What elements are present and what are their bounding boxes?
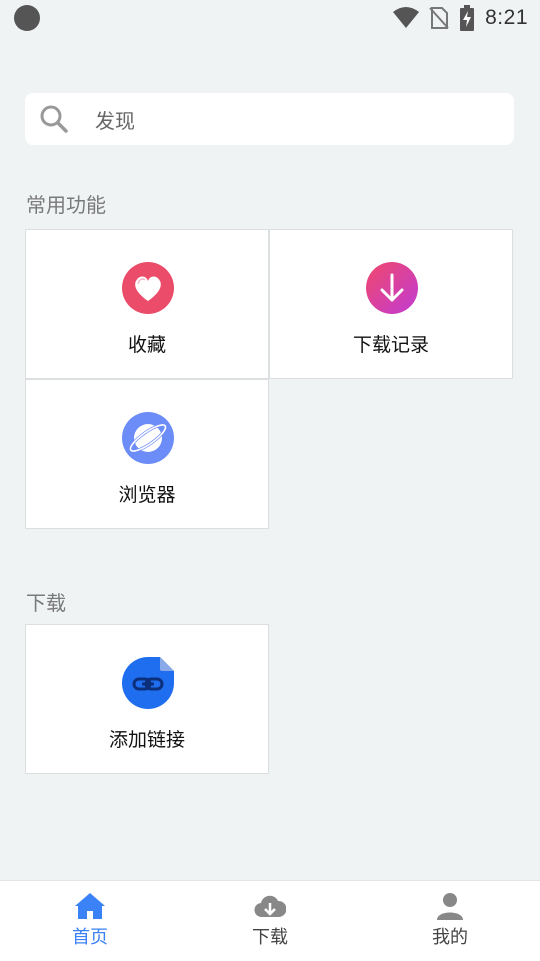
section-title-download: 下载 [26,591,66,615]
grid-item-label: 下载记录 [352,334,429,356]
tab-label: 我的 [432,927,468,948]
no-sim-icon [429,7,449,29]
search-placeholder: 发现 [95,108,135,133]
tab-label: 首页 [72,927,108,948]
wifi-icon [393,7,420,28]
grid-item-label: 收藏 [127,334,166,356]
status-bar: 8:21 [0,0,540,36]
status-time: 8:21 [485,6,528,29]
home-icon [75,893,105,919]
notification-dot-icon [14,5,40,31]
user-icon [437,893,463,920]
heart-icon [122,262,174,314]
bottom-tab-bar: 首页 下载 我的 [0,880,540,961]
grid-item-browser[interactable]: 浏览器 [25,379,269,529]
search-bar[interactable]: 发现 [25,93,514,145]
download-arrow-icon [366,262,418,314]
grid-item-label: 浏览器 [118,484,176,506]
tab-mine[interactable]: 我的 [360,881,540,961]
section-title-common: 常用功能 [26,193,106,217]
grid-item-favorites[interactable]: 收藏 [25,229,269,379]
battery-charging-icon [460,5,475,31]
status-icons: 8:21 [393,5,528,31]
tab-home[interactable]: 首页 [0,881,180,961]
link-file-icon [122,657,174,709]
tab-label: 下载 [252,927,288,948]
search-icon [40,105,68,133]
planet-icon [122,412,174,464]
grid-item-download-history[interactable]: 下载记录 [269,229,513,379]
grid-item-label: 添加链接 [108,729,185,751]
tab-download[interactable]: 下载 [180,881,360,961]
cloud-download-icon [254,895,286,918]
grid-item-add-link[interactable]: 添加链接 [25,624,269,774]
